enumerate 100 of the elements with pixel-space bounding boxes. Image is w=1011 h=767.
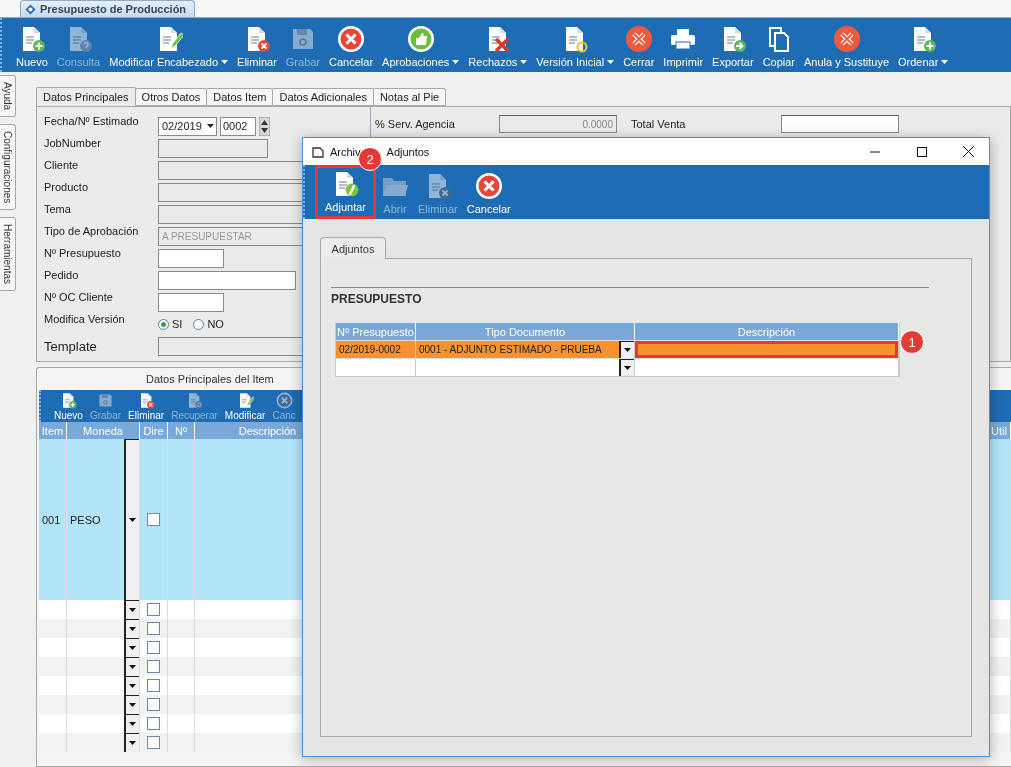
- cancel-icon: [275, 392, 293, 409]
- tab-icon: [25, 3, 36, 15]
- dropdown-button[interactable]: [124, 619, 139, 638]
- radio-label: SI: [172, 318, 183, 330]
- close-icon: [963, 146, 974, 157]
- maximize-icon: [916, 146, 927, 157]
- form-tab[interactable]: Otros Datos: [134, 88, 208, 106]
- dialog-title: Archiv: [330, 145, 361, 158]
- field-label: Nº OC Cliente: [44, 291, 114, 303]
- caret-icon: [129, 518, 136, 522]
- caret-icon: [129, 646, 136, 650]
- dropdown-button[interactable]: [124, 714, 139, 733]
- radio-button[interactable]: [193, 318, 205, 330]
- form-tab[interactable]: Datos Adicionales: [272, 88, 374, 106]
- toolbar-button[interactable]: Copiar: [758, 18, 800, 72]
- caret-icon: [624, 366, 631, 370]
- side-tab[interactable]: Herramientas: [0, 217, 16, 292]
- dropdown-button[interactable]: [124, 695, 139, 714]
- toolbar-button[interactable]: Modificar Encabezado: [105, 18, 233, 72]
- toolbar-button[interactable]: Cerrar: [619, 18, 659, 72]
- toolbar-button[interactable]: Versión Inicial: [532, 18, 619, 72]
- checkbox[interactable]: [147, 660, 160, 673]
- side-tab[interactable]: Configuraciones: [0, 124, 16, 211]
- form-tab[interactable]: Notas al Pie: [372, 88, 447, 106]
- document-tab[interactable]: Presupuesto de Producción: [20, 0, 196, 17]
- checkbox[interactable]: [147, 679, 160, 692]
- caret-icon: [129, 684, 136, 688]
- dialog-tab[interactable]: Adjuntos: [320, 237, 386, 259]
- period-dropdown[interactable]: 02/2019: [158, 116, 217, 136]
- toolbar-button[interactable]: Anula y Sustituye: [800, 18, 894, 72]
- dropdown-button[interactable]: [124, 600, 139, 619]
- dropdown-button[interactable]: [124, 657, 139, 676]
- caret-icon: [129, 722, 136, 726]
- toolbar-button[interactable]: Nuevo: [12, 18, 52, 72]
- radio-button[interactable]: [158, 318, 169, 330]
- checkbox[interactable]: [147, 603, 160, 616]
- checkbox[interactable]: [147, 641, 160, 654]
- toolbar-button[interactable]: Eliminar: [125, 390, 168, 422]
- field-label: Fecha/Nº Estimado: [44, 115, 140, 127]
- close-icon: [624, 25, 653, 53]
- field-label: Tipo de Aprobación: [44, 225, 140, 237]
- description-cell[interactable]: [635, 341, 899, 358]
- checkbox[interactable]: [147, 736, 160, 749]
- table-cell: 0001 - ADJUNTO ESTIMADO - PRUEBA: [419, 344, 602, 355]
- field-label: Nº Presupuesto: [44, 247, 122, 259]
- field-label: Pedido: [44, 269, 80, 281]
- window-icon: [312, 145, 324, 158]
- checkbox[interactable]: [147, 717, 160, 730]
- dropdown-button[interactable]: [124, 439, 139, 600]
- checkbox[interactable]: [147, 622, 160, 635]
- toolbar-button[interactable]: Imprimir: [659, 18, 708, 72]
- close-icon: [832, 25, 861, 53]
- checkbox[interactable]: [147, 698, 160, 711]
- form-tab[interactable]: Datos Principales: [36, 87, 136, 106]
- thumbs-up-icon: [406, 25, 435, 53]
- toolbar-button[interactable]: Eliminar: [233, 18, 281, 72]
- total-field[interactable]: [781, 115, 899, 133]
- section-title: PRESUPUESTO: [331, 292, 422, 306]
- caret-icon: [129, 741, 136, 745]
- cancel-icon: [474, 172, 503, 200]
- form-tab[interactable]: Datos Item: [206, 88, 274, 106]
- field-label: Total Venta: [631, 118, 687, 130]
- dropdown-button[interactable]: [124, 733, 139, 752]
- caret-icon: [624, 348, 631, 352]
- text-field[interactable]: [158, 248, 224, 268]
- toolbar-button[interactable]: Modificar: [221, 390, 269, 422]
- save-icon: [96, 392, 114, 409]
- document-refresh-icon: [186, 392, 203, 409]
- caret-icon: [129, 703, 136, 707]
- side-tab[interactable]: Ayuda: [0, 75, 16, 118]
- field-label: JobNumber: [44, 137, 102, 149]
- checkbox[interactable]: [147, 513, 160, 526]
- radio-label: NO: [207, 318, 224, 330]
- field-label: Tema: [44, 203, 72, 215]
- dropdown-button[interactable]: [619, 341, 634, 358]
- toolbar-button[interactable]: Rechazos: [464, 18, 532, 72]
- toolbar-button[interactable]: Nuevo: [51, 390, 86, 422]
- field-label: Producto: [44, 181, 90, 193]
- dropdown-button[interactable]: [619, 359, 634, 376]
- text-field[interactable]: [158, 270, 296, 290]
- toolbar-button[interactable]: Ordenar: [894, 18, 953, 72]
- toolbar-button[interactable]: Cancelar: [462, 165, 515, 219]
- dialog-title: Adjuntos: [386, 145, 430, 158]
- toolbar-button[interactable]: Exportar: [708, 18, 758, 72]
- spinner-icon[interactable]: [259, 116, 270, 136]
- field-label: Cliente: [44, 159, 80, 171]
- table-cell: 001: [42, 513, 61, 526]
- toolbar-button[interactable]: Aprobaciones: [378, 18, 464, 72]
- dropdown-button[interactable]: [124, 638, 139, 657]
- table-cell: PESO: [70, 513, 101, 526]
- field-label: % Serv. Agencia: [375, 118, 456, 130]
- panel-title: Datos Principales del Item: [146, 373, 274, 385]
- text-field[interactable]: [158, 292, 224, 312]
- toolbar-button[interactable]: Cancelar: [325, 18, 378, 72]
- field-label: Modifica Versión: [44, 313, 126, 325]
- grid-row[interactable]: 02/2019-0002 0001 - ADJUNTO ESTIMADO - PRUEBA: [336, 340, 899, 358]
- cancel-icon: [337, 25, 366, 53]
- number-field[interactable]: 0002: [220, 116, 256, 136]
- caret-icon: [129, 627, 136, 631]
- dropdown-button[interactable]: [124, 676, 139, 695]
